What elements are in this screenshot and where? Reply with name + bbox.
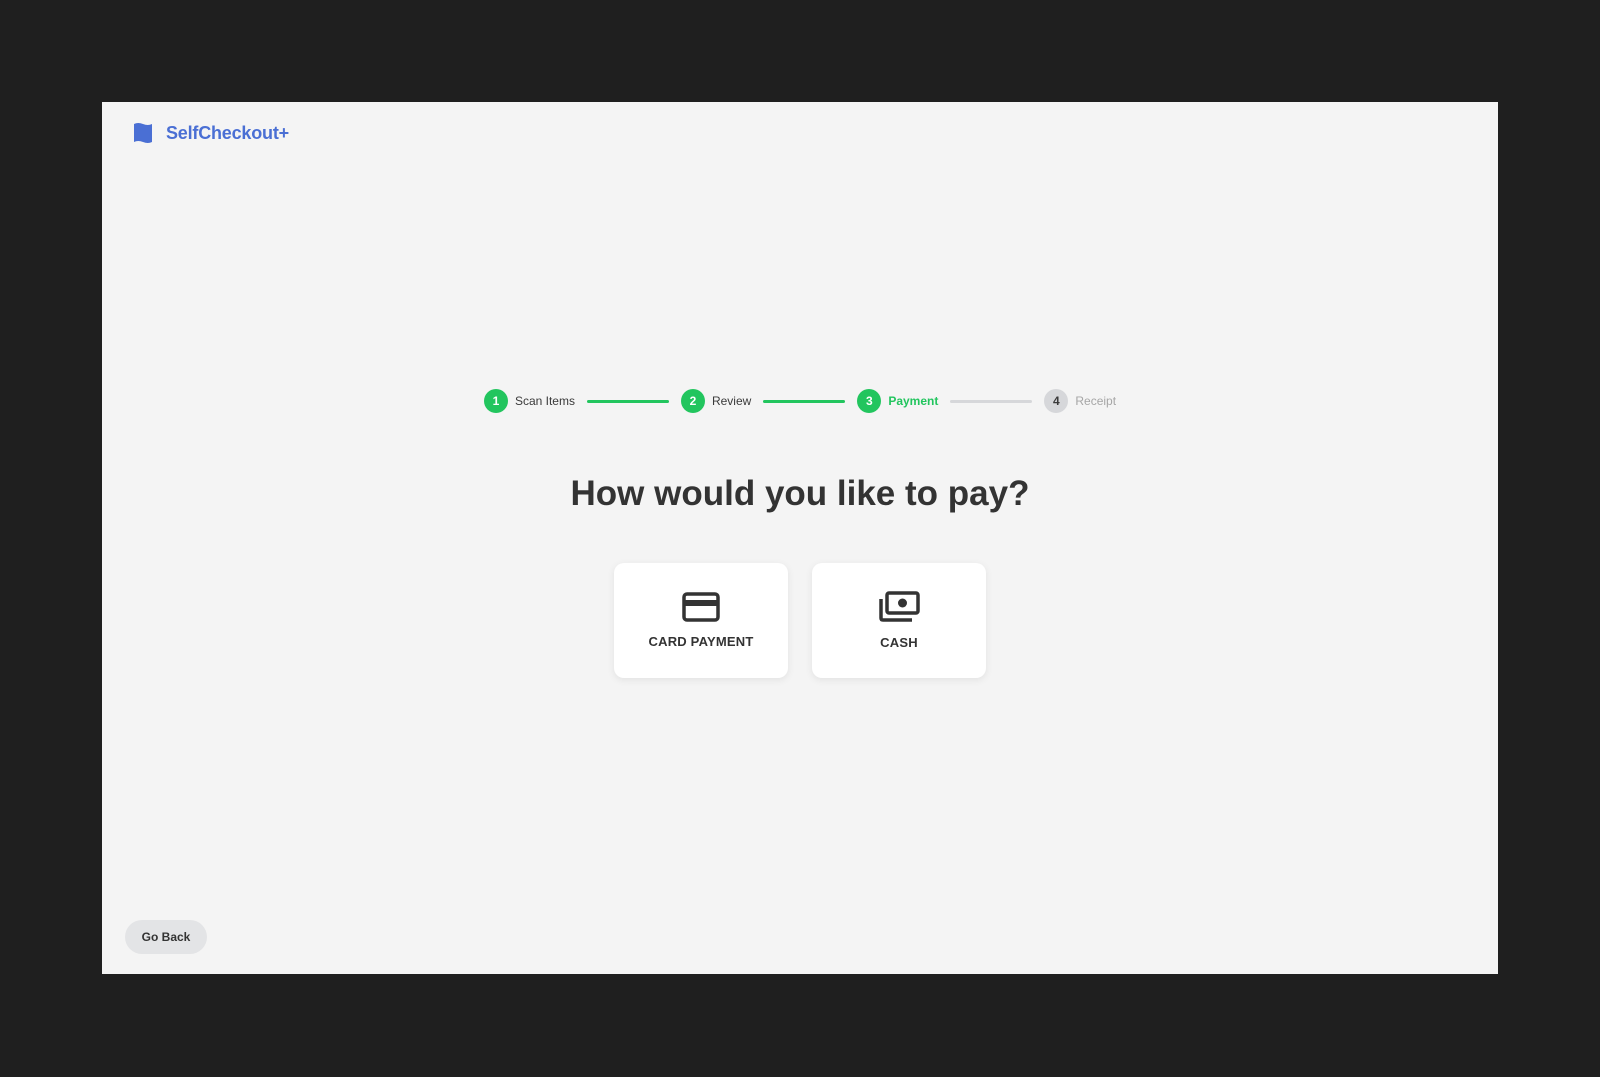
option-label: CASH — [880, 635, 918, 650]
step-label: Scan Items — [514, 394, 575, 408]
checkout-window: SelfCheckout+ 1 Scan Items 2 Review 3 Pa… — [102, 102, 1498, 974]
credit-card-icon — [682, 592, 720, 622]
step-number: 4 — [1044, 389, 1069, 413]
option-label: CARD PAYMENT — [648, 634, 754, 649]
go-back-button[interactable]: Go Back — [125, 920, 207, 954]
flag-icon — [132, 122, 154, 144]
cash-button[interactable]: CASH — [812, 563, 986, 678]
step-review: 2 Review — [680, 389, 752, 413]
brand: SelfCheckout+ — [132, 122, 289, 144]
progress-stepper: 1 Scan Items 2 Review 3 Payment 4 Receip… — [102, 389, 1498, 413]
step-connector — [950, 399, 1033, 403]
step-label: Review — [711, 394, 752, 408]
step-scan-items: 1 Scan Items — [483, 389, 575, 413]
step-label: Payment — [888, 394, 939, 408]
step-receipt: 4 Receipt — [1044, 389, 1116, 413]
step-connector — [763, 399, 846, 403]
brand-name: SelfCheckout+ — [166, 122, 289, 143]
payment-options: CARD PAYMENT CASH — [102, 563, 1498, 678]
step-label: Receipt — [1075, 394, 1117, 408]
page-title: How would you like to pay? — [570, 474, 1030, 513]
step-number: 3 — [857, 389, 882, 413]
card-payment-button[interactable]: CARD PAYMENT — [614, 563, 788, 678]
step-number: 1 — [483, 389, 508, 413]
cash-icon — [878, 591, 920, 623]
step-connector — [586, 399, 669, 403]
step-number: 2 — [680, 389, 705, 413]
step-payment: 3 Payment — [857, 389, 938, 413]
